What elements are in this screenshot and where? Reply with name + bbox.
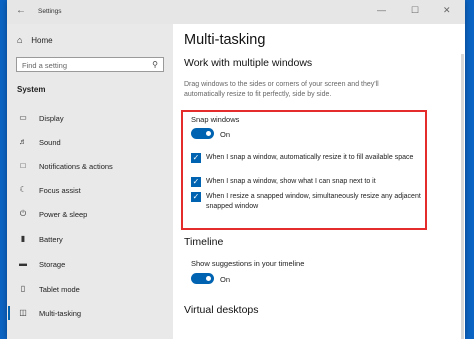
section-heading-timeline: Timeline [184,236,224,248]
display-icon: ▭ [19,113,27,122]
sidebar-item-label: Storage [39,260,66,269]
snap-option-2-checkbox[interactable]: ✓ [191,177,201,187]
window-title: Settings [38,8,62,15]
sidebar-home[interactable]: ⌂ Home [17,35,53,45]
sidebar-item-power-sleep[interactable]: ⏻ Power & sleep [7,202,173,226]
snap-option-1-checkbox[interactable]: ✓ [191,153,201,163]
sidebar: ⌂ Home Find a setting ⚲ System ▭ Display… [7,24,173,339]
notifications-icon: □ [20,161,26,170]
battery-icon: ▮ [20,234,26,243]
close-button[interactable]: ✕ [443,5,451,16]
sidebar-item-label: Focus assist [39,186,81,195]
tablet-icon: ▯ [20,284,26,293]
maximize-button[interactable]: ☐ [411,5,419,16]
sidebar-item-notifications[interactable]: □ Notifications & actions [7,154,173,178]
settings-window: ← Settings — ☐ ✕ ⌂ Home Find a setting ⚲… [7,0,465,339]
minimize-button[interactable]: — [377,5,386,15]
search-icon: ⚲ [152,60,158,69]
back-arrow-icon[interactable]: ← [16,5,26,16]
main-content: Multi-tasking Work with multiple windows… [173,24,465,339]
sidebar-item-multitasking[interactable]: ◫ Multi-tasking [7,301,173,325]
storage-icon: ▬ [19,259,27,268]
section-description: Drag windows to the sides or corners of … [184,81,379,98]
page-title: Multi-tasking [184,32,266,48]
section-heading-work-with-multiple-windows: Work with multiple windows [184,57,313,69]
home-icon: ⌂ [17,35,23,45]
scrollbar[interactable] [461,54,464,339]
sidebar-item-label: Power & sleep [39,210,88,219]
active-indicator [8,306,10,320]
search-input[interactable]: Find a setting ⚲ [16,57,164,72]
snap-option-1-label: When I snap a window, automatically resi… [206,154,414,161]
snap-windows-state: On [220,130,231,139]
timeline-suggestions-toggle[interactable] [191,273,214,284]
sidebar-item-sound[interactable]: ♬ Sound [7,130,173,154]
sidebar-item-storage[interactable]: ▬ Storage [7,252,173,276]
snap-option-3-checkbox[interactable]: ✓ [191,192,201,202]
section-heading-virtual-desktops: Virtual desktops [184,304,259,316]
snap-option-3-label: When I resize a snapped window, simultan… [206,193,421,210]
sidebar-category: System [17,85,46,94]
snap-windows-toggle[interactable] [191,128,214,139]
sound-icon: ♬ [19,137,27,146]
sidebar-item-display[interactable]: ▭ Display [7,106,173,130]
sidebar-item-tablet-mode[interactable]: ▯ Tablet mode [7,277,173,301]
sidebar-item-label: Multi-tasking [39,309,82,318]
power-icon: ⏻ [19,209,27,218]
sidebar-item-focus-assist[interactable]: ☾ Focus assist [7,178,173,202]
multitasking-icon: ◫ [19,308,27,317]
sidebar-item-label: Display [39,114,64,123]
snap-windows-label: Snap windows [191,115,240,124]
sidebar-item-label: Sound [39,138,61,147]
sidebar-item-label: Notifications & actions [39,162,113,171]
timeline-suggestions-state: On [220,275,231,284]
title-bar: ← Settings — ☐ ✕ [7,0,465,24]
sidebar-item-battery[interactable]: ▮ Battery [7,227,173,251]
snap-option-2-label: When I snap a window, show what I can sn… [206,178,376,185]
sidebar-item-label: Battery [39,235,63,244]
sidebar-item-label: Tablet mode [39,285,80,294]
timeline-suggestions-label: Show suggestions in your timeline [191,259,305,268]
moon-icon: ☾ [19,185,27,194]
search-placeholder: Find a setting [22,61,68,70]
home-label: Home [31,36,53,45]
